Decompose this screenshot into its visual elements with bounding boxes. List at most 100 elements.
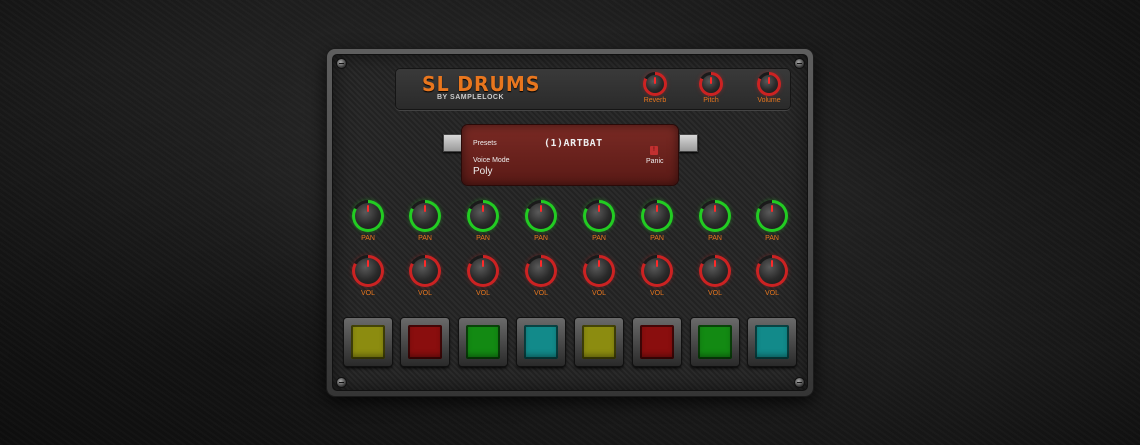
pan-8-knob-cap [759,203,785,229]
screw-icon [795,378,804,387]
knob-indicator [482,260,484,267]
vol-knob-1[interactable] [352,255,384,287]
vol-knob-4-label: VOL [533,290,548,297]
master-pitch-knob-cap [702,75,720,93]
drum-pad-4[interactable] [517,318,565,366]
plugin-subtitle: BY SAMPLELOCK [437,94,505,101]
drum-pad-face [755,325,789,359]
pan-knob-5-label: PAN [592,235,606,242]
knob-indicator [598,260,600,267]
pan-2-knob-cap [412,203,438,229]
drum-pad-face [466,325,500,359]
drum-pad-face [698,325,732,359]
vol-knob-5[interactable] [583,255,615,287]
drum-pad-face [582,325,616,359]
pan-knob-6[interactable] [641,200,673,232]
knob-indicator [424,205,426,212]
vol-1-knob-cap [355,258,381,284]
knob-indicator [710,77,712,84]
knob-indicator [424,260,426,267]
knob-indicator [656,260,658,267]
drum-pad-8[interactable] [748,318,796,366]
pan-knob-7-label: PAN [708,235,722,242]
drum-pad-7[interactable] [691,318,739,366]
knob-indicator [482,205,484,212]
panic-label: Panic [646,158,664,165]
vol-knob-7-label: VOL [707,290,722,297]
master-reverb-knob-cap [646,75,664,93]
vol-4-knob-cap [528,258,554,284]
master-reverb-knob[interactable] [643,72,667,96]
pan-knob-7[interactable] [699,200,731,232]
pan-knob-4[interactable] [525,200,557,232]
pan-knob-6-label: PAN [650,235,664,242]
preset-display: Presets (1)ARTBAT Voice Mode Poly ! Pani… [462,125,678,185]
pan-5-knob-cap [586,203,612,229]
presets-label: Presets [473,140,497,147]
knob-indicator [598,205,600,212]
drum-pad-face [524,325,558,359]
plugin-title: SL DRUMS [422,72,541,96]
vol-knob-6[interactable] [641,255,673,287]
vol-knob-2[interactable] [409,255,441,287]
pan-knob-1[interactable] [352,200,384,232]
knob-indicator [656,205,658,212]
pan-1-knob-cap [355,203,381,229]
panic-button[interactable]: ! [650,146,658,155]
vol-knob-8[interactable] [756,255,788,287]
pan-4-knob-cap [528,203,554,229]
knob-indicator [367,205,369,212]
drum-pad-face [408,325,442,359]
vol-knob-5-label: VOL [591,290,606,297]
knob-indicator [768,77,770,84]
drum-pad-2[interactable] [401,318,449,366]
vol-3-knob-cap [470,258,496,284]
master-reverb-knob-label: Reverb [643,97,667,104]
vol-6-knob-cap [644,258,670,284]
vol-knob-3-label: VOL [475,290,490,297]
screw-icon [795,59,804,68]
vol-knob-3[interactable] [467,255,499,287]
knob-indicator [771,260,773,267]
next-preset-button[interactable] [679,134,698,152]
master-volume-knob-label: Volume [757,97,781,104]
knob-indicator [540,205,542,212]
pan-knob-8[interactable] [756,200,788,232]
pan-knob-8-label: PAN [765,235,779,242]
voice-mode-value[interactable]: Poly [473,166,492,177]
pan-knob-3[interactable] [467,200,499,232]
pan-knob-4-label: PAN [534,235,548,242]
pan-6-knob-cap [644,203,670,229]
pan-knob-2-label: PAN [418,235,432,242]
vol-8-knob-cap [759,258,785,284]
vol-knob-7[interactable] [699,255,731,287]
screw-icon [337,378,346,387]
drum-pad-face [351,325,385,359]
pan-knob-1-label: PAN [361,235,375,242]
vol-knob-6-label: VOL [649,290,664,297]
master-pitch-knob[interactable] [699,72,723,96]
prev-preset-button[interactable] [443,134,462,152]
voice-mode-label: Voice Mode [473,157,510,164]
vol-knob-2-label: VOL [417,290,432,297]
drum-pad-face [640,325,674,359]
drum-pad-1[interactable] [344,318,392,366]
vol-2-knob-cap [412,258,438,284]
pan-knob-2[interactable] [409,200,441,232]
knob-indicator [714,260,716,267]
screw-icon [337,59,346,68]
knob-indicator [714,205,716,212]
drum-pad-6[interactable] [633,318,681,366]
vol-knob-4[interactable] [525,255,557,287]
pan-knob-5[interactable] [583,200,615,232]
drum-pad-3[interactable] [459,318,507,366]
knob-indicator [771,205,773,212]
knob-indicator [367,260,369,267]
knob-indicator [540,260,542,267]
master-volume-knob[interactable] [757,72,781,96]
drum-pad-5[interactable] [575,318,623,366]
pan-knob-3-label: PAN [476,235,490,242]
master-volume-knob-cap [760,75,778,93]
preset-name[interactable]: (1)ARTBAT [544,138,603,149]
vol-knob-8-label: VOL [764,290,779,297]
